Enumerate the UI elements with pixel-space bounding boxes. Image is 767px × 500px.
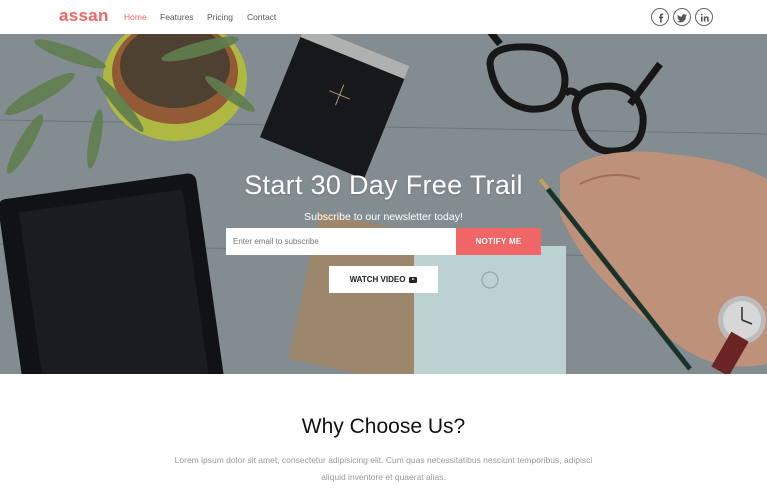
top-navbar: assan Home Features Pricing Contact (0, 0, 767, 34)
brand-logo[interactable]: assan (59, 6, 109, 26)
email-subscribe-input[interactable] (226, 228, 456, 255)
section-title: Why Choose Us? (301, 415, 466, 438)
watch-video-label: WATCH VIDEO (349, 275, 406, 284)
nav-link-features[interactable]: Features (160, 12, 194, 22)
watch-video-button[interactable]: WATCH VIDEO (329, 266, 438, 293)
facebook-icon[interactable] (651, 8, 669, 26)
nav-link-home[interactable]: Home (124, 12, 147, 22)
hero-section: Start 30 Day Free Trail Subscribe to our… (0, 34, 767, 374)
twitter-icon[interactable] (673, 8, 691, 26)
section-description: Lorem ipsum dolor sit amet, consectetur … (174, 455, 593, 482)
linkedin-icon[interactable] (695, 8, 713, 26)
video-play-icon (409, 276, 418, 283)
notify-me-button[interactable]: NOTIFY ME (456, 228, 541, 255)
hero-background-image (0, 34, 767, 374)
nav-link-contact[interactable]: Contact (247, 12, 276, 22)
hero-subtitle: Subscribe to our newsletter today! (304, 211, 463, 223)
hero-title: Start 30 Day Free Trail (244, 170, 523, 200)
nav-link-pricing[interactable]: Pricing (207, 12, 233, 22)
